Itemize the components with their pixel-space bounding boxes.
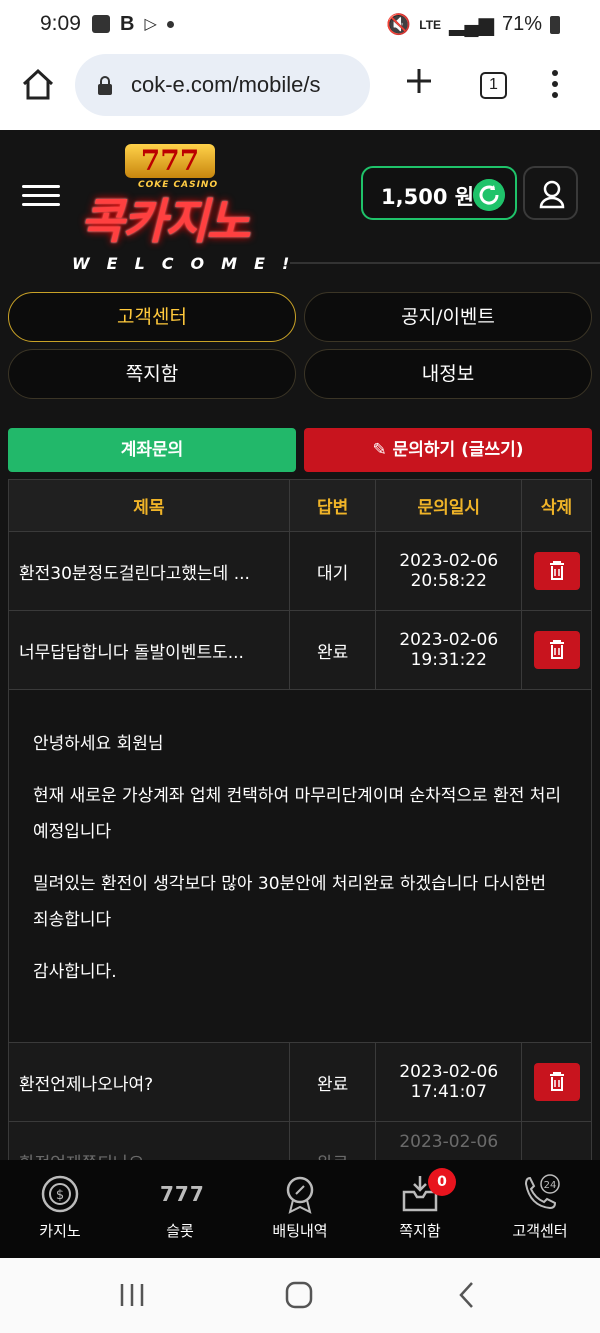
inquiry-status: 완료 xyxy=(288,1042,377,1122)
reply-closing: 감사합니다. xyxy=(33,962,117,982)
tab-switcher-button[interactable]: 1 xyxy=(480,72,507,99)
battery-level: 71% xyxy=(501,13,542,35)
reply-content: 안녕하세요 회원님 현재 새로운 가상계좌 업체 컨택하여 마무리단계이며 순차… xyxy=(8,689,592,1043)
site-logo[interactable]: 777 COKE CASINO 콕카지노 xyxy=(80,144,270,250)
table-row[interactable]: 환전언제나오나여? 완료 2023-02-06 17:41:07 xyxy=(8,1042,592,1122)
balance-box: 1,500 원 xyxy=(361,166,517,220)
mute-icon: 🔇 xyxy=(386,14,412,36)
reply-content-row: 안녕하세요 회원님 현재 새로운 가상계좌 업체 컨택하여 마무리단계이며 순차… xyxy=(8,689,592,1043)
logo-777: 777 xyxy=(125,144,215,178)
network-type: LTE xyxy=(419,17,442,32)
inquiry-title[interactable]: 환전언제나오나여? xyxy=(8,1042,290,1122)
message-count-badge: 0 xyxy=(428,1168,456,1196)
b-app-icon: B xyxy=(120,13,135,35)
recent-apps-icon[interactable] xyxy=(118,1282,146,1308)
status-bar: 9:09 B ▷ 🔇 LTE ▂▄▆ 71% xyxy=(0,0,600,50)
browser-toolbar: cok-e.com/mobile/s 1 xyxy=(0,50,600,130)
table-row[interactable]: 너무답답합니다 돌발이벤트도... 완료 2023-02-06 19:31:22 xyxy=(8,610,592,690)
nav-casino[interactable]: $ 카지노 xyxy=(0,1160,120,1258)
menu-my-info[interactable]: 내정보 xyxy=(304,349,592,399)
new-tab-icon[interactable] xyxy=(404,66,434,96)
home-icon[interactable] xyxy=(20,66,56,102)
battery-icon xyxy=(550,15,560,34)
trash-icon xyxy=(549,1072,564,1091)
logo-text: 콕카지노 xyxy=(80,194,251,250)
col-date: 문의일시 xyxy=(375,479,523,532)
delete-button[interactable] xyxy=(533,631,580,669)
inquiry-title[interactable]: 너무답답합니다 돌발이벤트도... xyxy=(8,610,290,690)
delete-button[interactable] xyxy=(533,552,580,590)
system-navigation-bar xyxy=(0,1258,600,1333)
home-button-icon[interactable] xyxy=(284,1280,314,1310)
write-inquiry-button[interactable]: ✎ 문의하기 (글쓰기) xyxy=(304,428,592,472)
casino-chip-icon: $ xyxy=(41,1175,79,1213)
menu-notice-event[interactable]: 공지/이벤트 xyxy=(304,292,592,342)
signal-icon: ▂▄▆ xyxy=(449,14,494,36)
svg-text:$: $ xyxy=(56,1188,64,1203)
reply-greeting: 안녕하세요 회원님 xyxy=(33,734,164,754)
refresh-icon[interactable] xyxy=(473,179,505,211)
nav-bet-history[interactable]: 배팅내역 xyxy=(240,1160,360,1258)
reply-paragraph: 밀려있는 환전이 생각보다 많아 30분안에 처리완료 하겠습니다 다시한번 죄… xyxy=(33,874,547,930)
balance-amount: 1,500 원 xyxy=(381,185,475,209)
reply-paragraph: 현재 새로운 가상계좌 업체 컨택하여 마무리단계이며 순차적으로 환전 처리예… xyxy=(33,786,562,842)
col-title: 제목 xyxy=(8,479,290,532)
status-time: 9:09 xyxy=(40,12,81,35)
nav-slot[interactable]: 777 슬롯 xyxy=(120,1160,240,1258)
user-account-button[interactable] xyxy=(523,166,578,220)
inquiry-title[interactable]: 환전30분정도걸린다고했는데 ... xyxy=(8,531,290,611)
dot-icon xyxy=(166,20,174,28)
col-delete: 삭제 xyxy=(521,479,592,532)
inquiry-datetime: 2023-02-06 19:31:22 xyxy=(375,610,523,690)
menu-customer-center[interactable]: 고객센터 xyxy=(8,292,296,342)
table-row[interactable]: 환전30분정도걸린다고했는데 ... 대기 2023-02-06 20:58:22 xyxy=(8,531,592,611)
svg-text:24: 24 xyxy=(544,1180,557,1191)
inquiry-datetime: 2023-02-06 20:58:22 xyxy=(375,531,523,611)
trash-icon xyxy=(549,561,564,580)
lock-icon xyxy=(98,76,112,95)
trash-icon xyxy=(549,640,564,659)
inquiry-status: 완료 xyxy=(288,610,377,690)
slot-machine-icon: 777 xyxy=(160,1182,205,1206)
inquiry-status: 대기 xyxy=(288,531,377,611)
nav-messages[interactable]: 0 쪽지함 xyxy=(360,1160,480,1258)
award-badge-icon xyxy=(286,1176,314,1214)
account-inquiry-button[interactable]: 계좌문의 xyxy=(8,428,296,472)
phone-24-icon: 24 xyxy=(524,1174,560,1210)
inquiry-table: 제목 답변 문의일시 삭제 환전30분정도걸린다고했는데 ... 대기 2023… xyxy=(8,479,592,1201)
nav-support[interactable]: 24 고객센터 xyxy=(480,1160,600,1258)
inquiry-datetime: 2023-02-06 17:41:07 xyxy=(375,1042,523,1122)
url-text: cok-e.com/mobile/s xyxy=(131,72,321,97)
bottom-navigation: $ 카지노 777 슬롯 배팅내역 0 쪽지함 24 고객센터 xyxy=(0,1160,600,1258)
pencil-icon: ✎ xyxy=(372,440,393,460)
col-answer: 답변 xyxy=(288,479,377,532)
user-icon xyxy=(539,180,565,209)
menu-messages[interactable]: 쪽지함 xyxy=(8,349,296,399)
table-header: 제목 답변 문의일시 삭제 xyxy=(8,479,592,532)
hamburger-menu-icon[interactable] xyxy=(22,185,60,212)
gallery-icon xyxy=(92,15,110,33)
play-icon: ▷ xyxy=(144,16,157,33)
more-menu-icon[interactable] xyxy=(552,70,558,103)
address-bar[interactable]: cok-e.com/mobile/s xyxy=(75,54,370,116)
welcome-text: WELCOME! xyxy=(72,254,307,273)
site-header: 777 COKE CASINO 콕카지노 WELCOME! 1,500 원 xyxy=(0,130,600,280)
back-icon[interactable] xyxy=(456,1280,478,1310)
header-divider xyxy=(290,262,600,264)
delete-button[interactable] xyxy=(533,1063,580,1101)
